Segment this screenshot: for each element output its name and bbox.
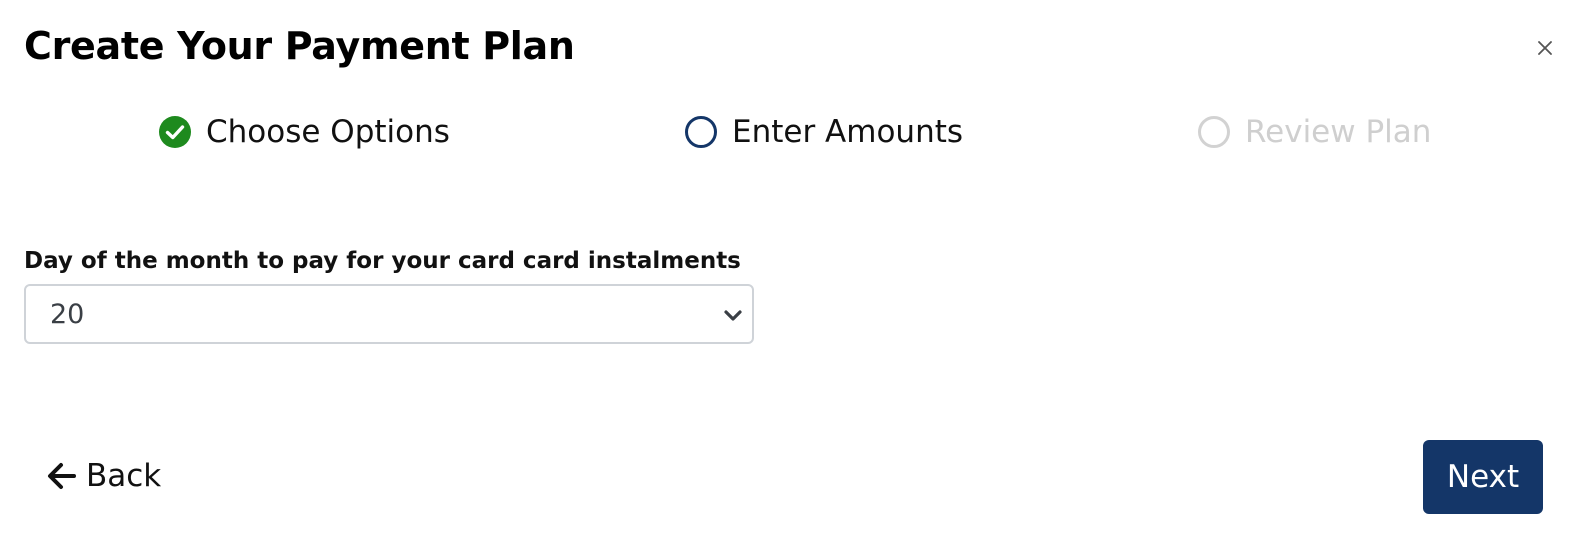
payment-day-select[interactable]: 20: [24, 284, 754, 344]
chevron-down-icon: [722, 304, 744, 326]
check-circle-icon: [158, 115, 192, 149]
close-icon: [1538, 40, 1552, 58]
payment-plan-modal: Create Your Payment Plan Choose Options: [0, 0, 1586, 548]
step-review-plan: Review Plan: [1197, 110, 1431, 154]
back-label: Back: [86, 458, 162, 494]
step-label: Choose Options: [206, 114, 450, 150]
back-button[interactable]: Back: [46, 452, 161, 500]
progress-stepper: Choose Options Enter Amounts Review Plan: [0, 110, 1586, 154]
step-choose-options: Choose Options: [158, 110, 450, 154]
circle-outline-icon: [1197, 115, 1231, 149]
next-button[interactable]: Next: [1423, 440, 1543, 514]
step-label: Enter Amounts: [732, 114, 964, 150]
payment-day-value: 20: [50, 298, 85, 330]
step-enter-amounts: Enter Amounts: [684, 110, 963, 154]
step-label: Review Plan: [1245, 114, 1432, 150]
close-button[interactable]: [1530, 34, 1560, 64]
arrow-left-icon: [46, 460, 78, 492]
payment-day-label: Day of the month to pay for your card ca…: [24, 248, 741, 274]
modal-title: Create Your Payment Plan: [24, 24, 575, 68]
circle-outline-icon: [684, 115, 718, 149]
